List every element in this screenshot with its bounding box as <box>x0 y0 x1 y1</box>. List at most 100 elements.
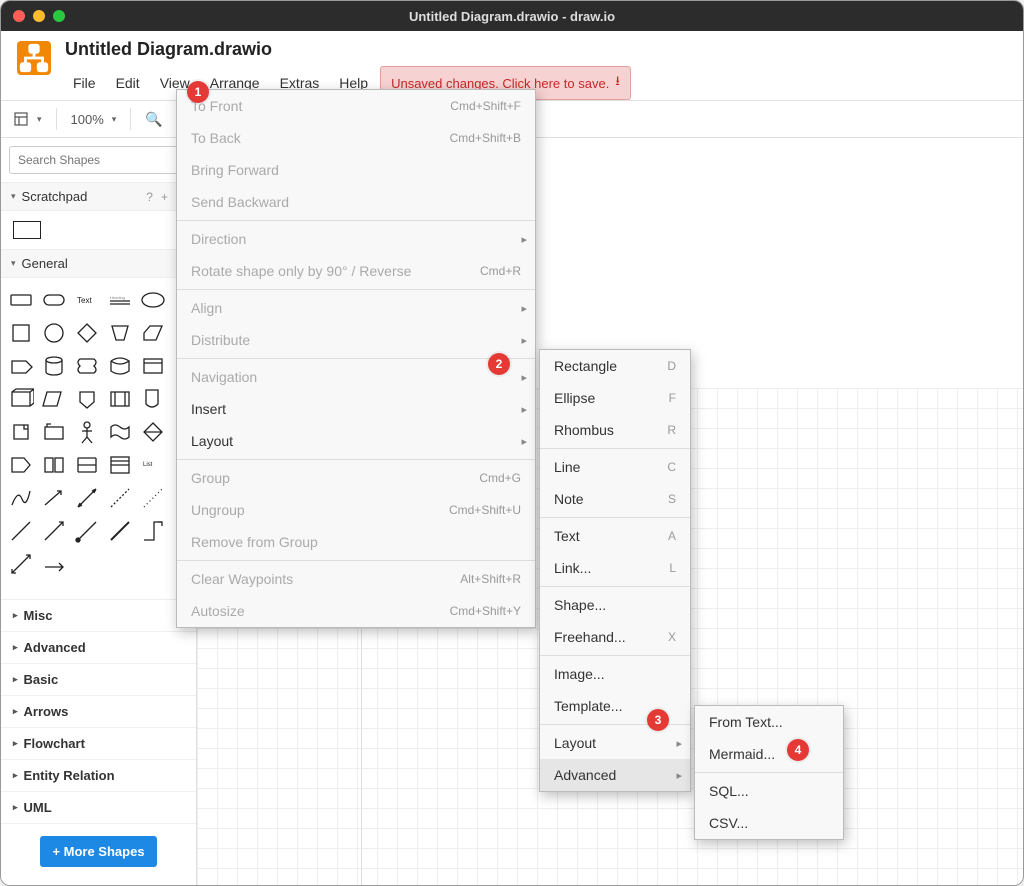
shape-swatch[interactable] <box>38 416 69 447</box>
shape-swatch[interactable] <box>5 350 36 381</box>
category-basic[interactable]: ▸Basic <box>1 664 196 696</box>
menu-edit[interactable]: Edit <box>108 71 148 95</box>
shape-swatch[interactable] <box>5 449 36 480</box>
menu-item-clear-waypoints: Clear WaypointsAlt+Shift+R <box>177 563 535 595</box>
zoom-fit-icon[interactable]: 🔍 <box>145 111 162 128</box>
shape-swatch[interactable] <box>5 548 36 579</box>
menu-item-from-text[interactable]: From Text... <box>695 706 843 738</box>
window-title: Untitled Diagram.drawio - draw.io <box>1 9 1023 24</box>
insert-submenu: RectangleDEllipseFRhombusR LineCNoteS Text… <box>539 349 691 792</box>
annotation-badge-3: 3 <box>647 709 669 731</box>
advanced-submenu: From Text...Mermaid... SQL...CSV... <box>694 705 844 840</box>
menu-item-navigation: Navigation <box>177 361 535 393</box>
shape-swatch[interactable] <box>71 383 102 414</box>
download-icon: ⭳ <box>615 72 620 94</box>
shape-swatch[interactable] <box>38 515 69 546</box>
svg-text:Heading: Heading <box>110 295 125 300</box>
shape-palette: Text Heading List <box>1 278 196 585</box>
category-arrows[interactable]: ▸Arrows <box>1 696 196 728</box>
shape-swatch[interactable] <box>5 416 36 447</box>
add-icon[interactable]: + <box>161 190 168 204</box>
menu-item-layout[interactable]: Layout <box>540 727 690 759</box>
menu-item-sql[interactable]: SQL... <box>695 775 843 807</box>
shape-swatch[interactable] <box>71 515 102 546</box>
shape-swatch[interactable] <box>104 449 135 480</box>
menu-item-text[interactable]: TextA <box>540 520 690 552</box>
menu-item-layout[interactable]: Layout <box>177 425 535 457</box>
menu-item-freehand[interactable]: Freehand...X <box>540 621 690 653</box>
shape-swatch[interactable] <box>137 383 168 414</box>
shape-swatch[interactable] <box>104 515 135 546</box>
chevron-down-icon: ▾ <box>11 191 16 202</box>
shape-swatch[interactable] <box>137 416 168 447</box>
scratchpad-header[interactable]: ▾ Scratchpad ? + ✎ <box>1 182 196 211</box>
shape-swatch[interactable]: List <box>137 449 168 480</box>
category-misc[interactable]: ▸Misc <box>1 600 196 632</box>
shape-swatch[interactable] <box>104 317 135 348</box>
category-flowchart[interactable]: ▸Flowchart <box>1 728 196 760</box>
menu-item-ellipse[interactable]: EllipseF <box>540 382 690 414</box>
scratchpad-body <box>1 211 196 249</box>
menu-item-csv[interactable]: CSV... <box>695 807 843 839</box>
scratch-shape[interactable] <box>13 221 41 239</box>
zoom-dropdown[interactable]: 100% <box>71 112 117 127</box>
category-entity-relation[interactable]: ▸Entity Relation <box>1 760 196 792</box>
more-shapes-button[interactable]: + More Shapes <box>40 836 156 867</box>
general-header[interactable]: ▾ General <box>1 249 196 278</box>
menu-item-advanced[interactable]: Advanced <box>540 759 690 791</box>
shape-swatch[interactable] <box>38 383 69 414</box>
shape-swatch[interactable] <box>5 515 36 546</box>
annotation-badge-4: 4 <box>787 739 809 761</box>
menu-item-mermaid[interactable]: Mermaid... <box>695 738 843 770</box>
menu-item-line[interactable]: LineC <box>540 451 690 483</box>
shape-swatch[interactable] <box>5 284 36 315</box>
menu-file[interactable]: File <box>65 71 104 95</box>
shape-swatch[interactable] <box>137 515 168 546</box>
shape-swatch[interactable] <box>71 317 102 348</box>
shape-swatch[interactable]: Text <box>71 284 102 315</box>
shape-swatch[interactable] <box>71 416 102 447</box>
annotation-badge-1: 1 <box>187 81 209 103</box>
shape-swatch[interactable] <box>137 317 168 348</box>
shape-swatch[interactable] <box>38 482 69 513</box>
menu-item-autosize: AutosizeCmd+Shift+Y <box>177 595 535 627</box>
menu-item-shape[interactable]: Shape... <box>540 589 690 621</box>
app-icon <box>17 41 51 75</box>
menu-item-remove-from-group: Remove from Group <box>177 526 535 558</box>
shape-swatch[interactable] <box>104 383 135 414</box>
page-view-dropdown[interactable] <box>13 111 42 127</box>
search-input[interactable] <box>9 146 188 174</box>
shape-swatch[interactable] <box>71 482 102 513</box>
shape-swatch[interactable] <box>71 449 102 480</box>
shape-swatch[interactable]: Heading <box>104 284 135 315</box>
shape-swatch[interactable] <box>38 317 69 348</box>
shape-swatch[interactable] <box>104 416 135 447</box>
shape-swatch[interactable] <box>5 317 36 348</box>
menu-item-ungroup: UngroupCmd+Shift+U <box>177 494 535 526</box>
menu-item-note[interactable]: NoteS <box>540 483 690 515</box>
menu-item-to-back: To BackCmd+Shift+B <box>177 122 535 154</box>
shape-swatch[interactable] <box>38 284 69 315</box>
shape-swatch[interactable] <box>38 350 69 381</box>
shape-swatch[interactable] <box>137 284 168 315</box>
category-advanced[interactable]: ▸Advanced <box>1 632 196 664</box>
menu-item-insert[interactable]: Insert <box>177 393 535 425</box>
help-icon[interactable]: ? <box>146 190 153 204</box>
menu-item-image[interactable]: Image... <box>540 658 690 690</box>
shape-swatch[interactable] <box>137 350 168 381</box>
shape-swatch[interactable] <box>137 482 168 513</box>
sidebar: ▾ Scratchpad ? + ✎ ▾ General Text Heading… <box>1 138 197 885</box>
shape-swatch[interactable] <box>5 482 36 513</box>
menu-item-link[interactable]: Link...L <box>540 552 690 584</box>
shape-swatch[interactable] <box>5 383 36 414</box>
menu-item-rectangle[interactable]: RectangleD <box>540 350 690 382</box>
shape-swatch[interactable] <box>71 350 102 381</box>
category-uml[interactable]: ▸UML <box>1 792 196 824</box>
menu-item-direction: Direction <box>177 223 535 255</box>
menu-item-rhombus[interactable]: RhombusR <box>540 414 690 446</box>
menu-item-group: GroupCmd+G <box>177 462 535 494</box>
shape-swatch[interactable] <box>38 548 69 579</box>
shape-swatch[interactable] <box>104 350 135 381</box>
shape-swatch[interactable] <box>38 449 69 480</box>
shape-swatch[interactable] <box>104 482 135 513</box>
